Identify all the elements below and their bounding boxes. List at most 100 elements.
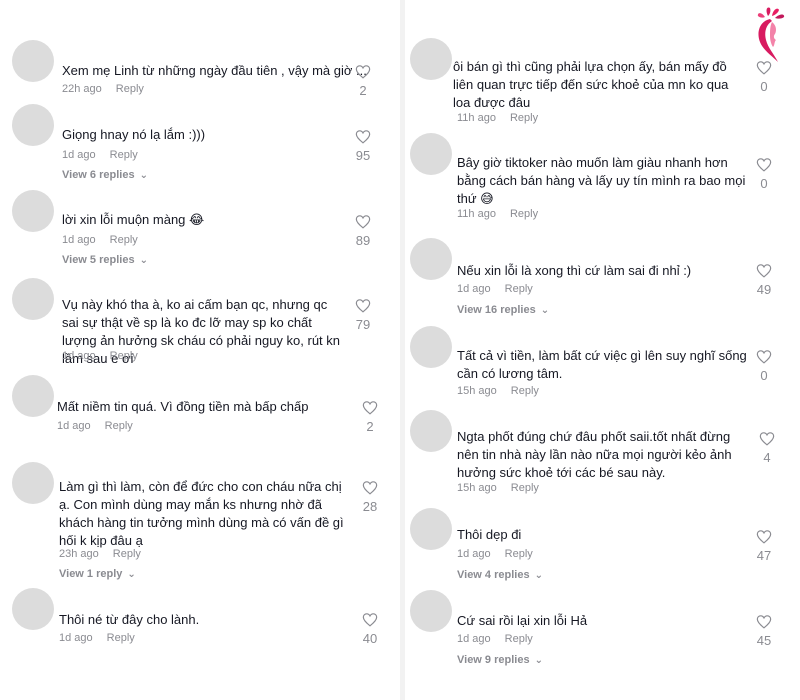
like-group: 95 (348, 129, 378, 163)
like-group: 0 (749, 60, 779, 94)
like-group: 47 (749, 529, 779, 563)
avatar[interactable] (12, 104, 54, 146)
view-replies-button[interactable]: View 1 reply ⌄ (59, 568, 136, 580)
reply-button[interactable]: Reply (510, 112, 538, 124)
like-count: 0 (760, 79, 768, 94)
comment-time: 11h ago (457, 208, 496, 220)
reply-button[interactable]: Reply (110, 149, 138, 161)
like-group: 2 (348, 64, 378, 98)
like-count: 4 (763, 450, 771, 465)
chevron-down-icon: ⌄ (139, 170, 148, 181)
like-group: 0 (749, 157, 779, 191)
reply-button[interactable]: Reply (511, 482, 539, 494)
avatar[interactable] (12, 462, 54, 504)
avatar[interactable] (410, 133, 452, 175)
avatar[interactable] (12, 190, 54, 232)
like-count: 2 (366, 419, 374, 434)
heart-icon[interactable] (348, 64, 378, 80)
reply-button[interactable]: Reply (116, 83, 144, 95)
comment-time: 1d ago (57, 420, 91, 432)
like-group: 49 (749, 263, 779, 297)
comment-text: Nếu xin lỗi là xong thì cứ làm sai đi nh… (457, 263, 692, 278)
avatar[interactable] (410, 590, 452, 632)
avatar[interactable] (410, 410, 452, 452)
comment-meta: 1d ago Reply (457, 633, 533, 645)
like-count: 49 (756, 282, 772, 297)
comment-meta: 1d ago Reply (62, 350, 138, 362)
comment-text: Tất cả vì tiền, làm bất cứ việc gì lên s… (457, 348, 747, 381)
like-group: 45 (749, 614, 779, 648)
comment-meta: 23h ago Reply (59, 548, 141, 560)
comment-meta: 11h ago Reply (457, 112, 538, 124)
comment-time: 1d ago (62, 149, 96, 161)
heart-icon[interactable] (348, 129, 378, 145)
like-count: 2 (359, 83, 367, 98)
reply-button[interactable]: Reply (505, 633, 533, 645)
comment-meta: 1d ago Reply (457, 283, 533, 295)
view-replies-button[interactable]: View 4 replies ⌄ (457, 569, 543, 581)
view-replies-button[interactable]: View 16 replies ⌄ (457, 304, 549, 316)
comment-meta: 22h ago Reply (62, 83, 144, 95)
reply-button[interactable]: Reply (107, 632, 135, 644)
comments-left-column: Xem mẹ Linh từ những ngày đầu tiên , vậy… (0, 0, 400, 700)
like-count: 28 (362, 499, 378, 514)
heart-icon[interactable] (749, 263, 779, 279)
reply-button[interactable]: Reply (511, 385, 539, 397)
comment-text: lời xin lỗi muộn màng 😂 (62, 212, 205, 227)
heart-icon[interactable] (752, 431, 782, 447)
reply-button[interactable]: Reply (505, 548, 533, 560)
comment-text: Thôi dẹp đi (457, 527, 522, 542)
reply-button[interactable]: Reply (110, 234, 138, 246)
comment-text: Mất niềm tin quá. Vì đồng tiền mà bấp ch… (57, 399, 309, 414)
heart-icon[interactable] (348, 214, 378, 230)
reply-button[interactable]: Reply (505, 283, 533, 295)
reply-button[interactable]: Reply (105, 420, 133, 432)
heart-icon[interactable] (348, 298, 378, 314)
heart-icon[interactable] (749, 529, 779, 545)
view-replies-button[interactable]: View 9 replies ⌄ (457, 654, 543, 666)
avatar[interactable] (410, 326, 452, 368)
heart-icon[interactable] (749, 60, 779, 76)
like-group: 28 (355, 480, 385, 514)
like-count: 0 (760, 368, 768, 383)
comment-meta: 1d ago Reply (59, 632, 135, 644)
comment-time: 15h ago (457, 385, 497, 397)
view-replies-label: View 5 replies (62, 254, 135, 266)
heart-icon[interactable] (355, 480, 385, 496)
like-count: 95 (355, 148, 371, 163)
avatar[interactable] (410, 238, 452, 280)
comment-meta: 15h ago Reply (457, 385, 539, 397)
heart-icon[interactable] (749, 157, 779, 173)
avatar[interactable] (410, 508, 452, 550)
comment-time: 1d ago (59, 632, 93, 644)
reply-button[interactable]: Reply (510, 208, 538, 220)
avatar[interactable] (12, 588, 54, 630)
avatar[interactable] (410, 38, 452, 80)
comments-right-column: ôi bán gì thì cũng phải lựa chọn ấy, bán… (405, 0, 800, 700)
comment-time: 23h ago (59, 548, 99, 560)
reply-button[interactable]: Reply (113, 548, 141, 560)
comment-time: 11h ago (457, 112, 496, 124)
comment-text: Ngta phốt đúng chứ đâu phốt saii.tốt nhấ… (457, 429, 732, 480)
like-count: 40 (362, 631, 378, 646)
view-replies-label: View 1 reply (59, 568, 123, 580)
avatar[interactable] (12, 278, 54, 320)
chevron-down-icon: ⌄ (139, 255, 148, 266)
reply-button[interactable]: Reply (110, 350, 138, 362)
heart-icon[interactable] (355, 400, 385, 416)
chevron-down-icon: ⌄ (534, 570, 543, 581)
view-replies-button[interactable]: View 6 replies ⌄ (62, 169, 148, 181)
comment-time: 1d ago (457, 548, 491, 560)
like-group: 40 (355, 612, 385, 646)
like-count: 79 (355, 317, 371, 332)
avatar[interactable] (12, 375, 54, 417)
avatar[interactable] (12, 40, 54, 82)
chevron-down-icon: ⌄ (540, 305, 550, 316)
heart-icon[interactable] (749, 614, 779, 630)
heart-icon[interactable] (355, 612, 385, 628)
comment-meta: 1d ago Reply (62, 234, 138, 246)
view-replies-label: View 9 replies (457, 654, 530, 666)
view-replies-label: View 16 replies (457, 304, 536, 316)
heart-icon[interactable] (749, 349, 779, 365)
view-replies-button[interactable]: View 5 replies ⌄ (62, 254, 148, 266)
